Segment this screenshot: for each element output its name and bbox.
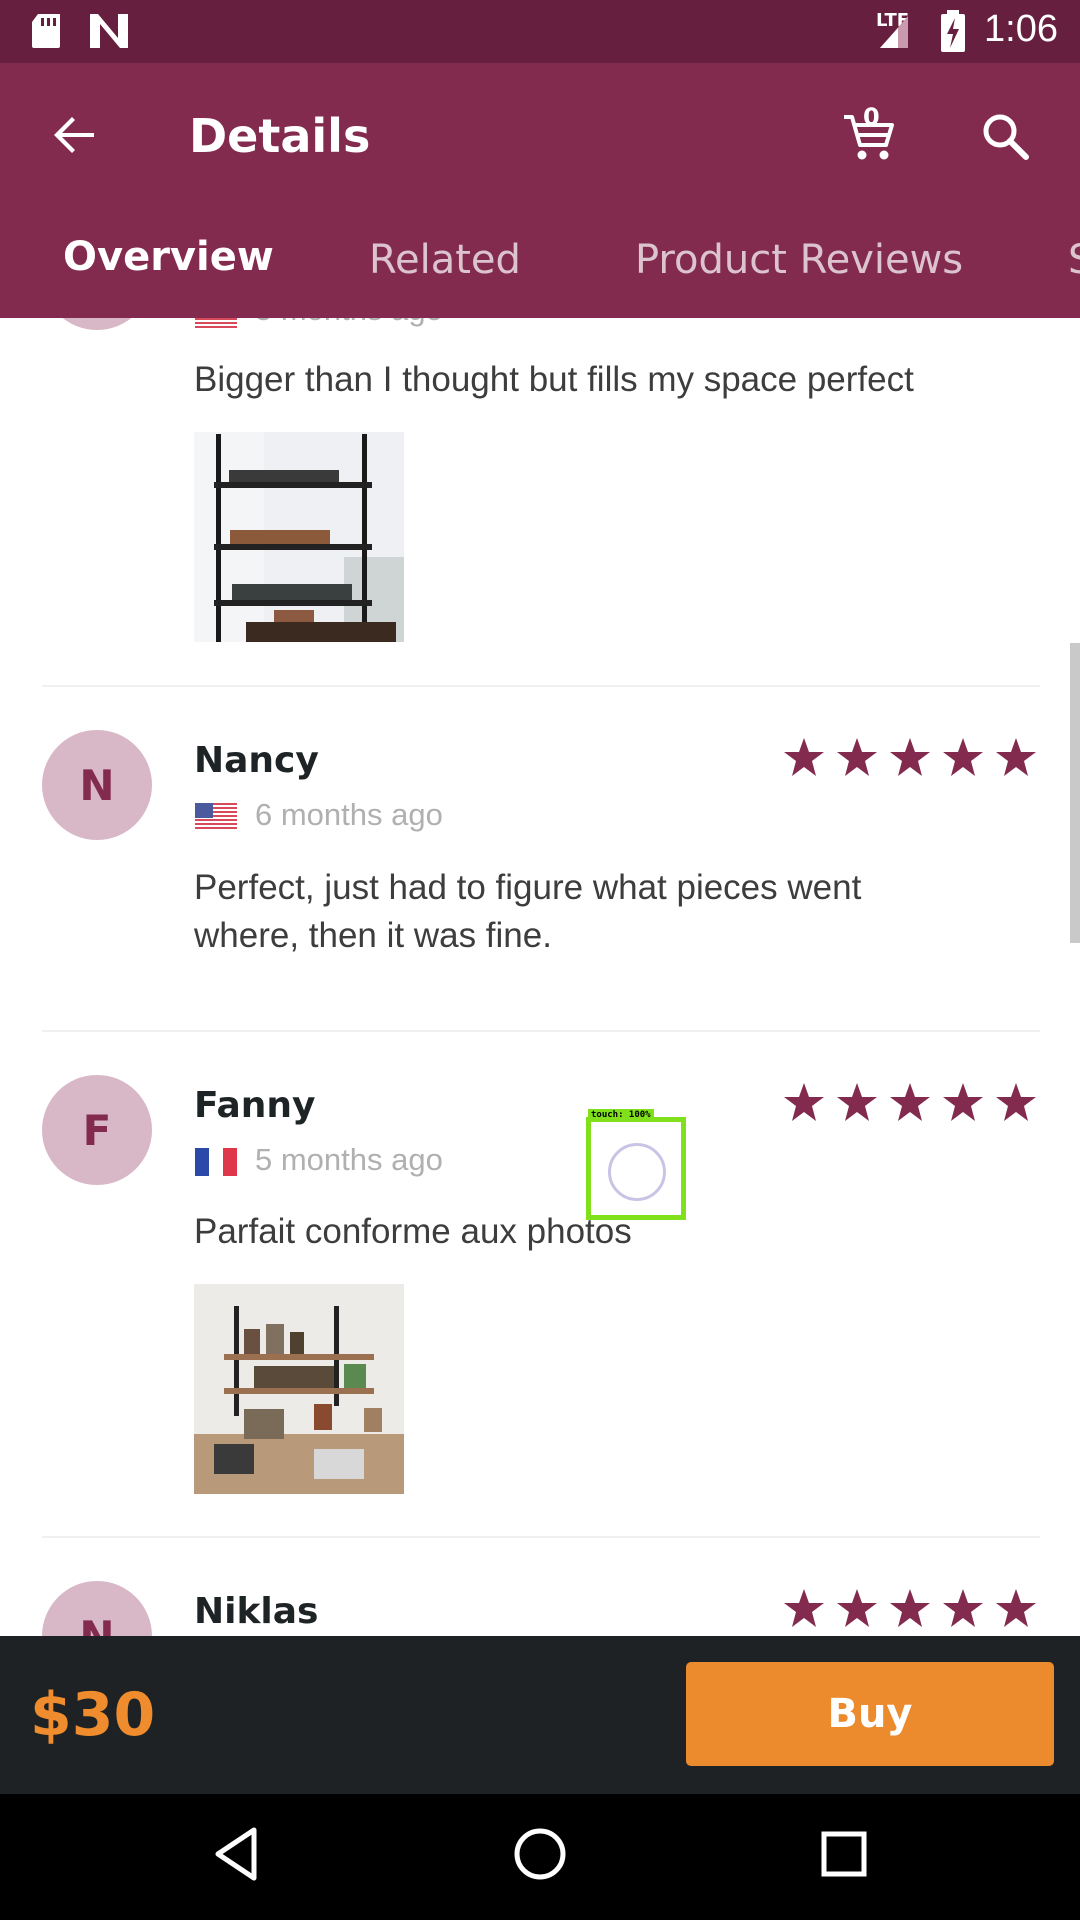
- tab-partial[interactable]: S: [1068, 237, 1080, 283]
- price: $30: [30, 1680, 156, 1750]
- tab-product-reviews[interactable]: Product Reviews: [635, 237, 963, 283]
- star-icon: [837, 1589, 877, 1627]
- review-text: Bigger than I thought but fills my space…: [194, 360, 914, 399]
- search-icon[interactable]: [980, 111, 1030, 161]
- star-icon: [943, 738, 983, 776]
- star-icon: [996, 738, 1036, 776]
- review-time: 5 months ago: [255, 1142, 443, 1177]
- back-icon[interactable]: [212, 1824, 260, 1884]
- avatar: F: [42, 1075, 152, 1185]
- avatar: N: [42, 730, 152, 840]
- scrollbar-thumb[interactable]: [1070, 643, 1080, 943]
- reviewer-name: Niklas: [194, 1591, 319, 1632]
- divider: [42, 1536, 1040, 1538]
- star-icon: [943, 1589, 983, 1627]
- status-bar: LTE 1:06: [0, 0, 1080, 63]
- rating-stars: [784, 1589, 1036, 1627]
- divider: [42, 685, 1040, 687]
- tab-overview[interactable]: Overview: [63, 234, 274, 280]
- clock: 1:06: [984, 8, 1058, 50]
- sd-card-icon: [32, 14, 60, 48]
- review-photo-shelf[interactable]: [194, 432, 404, 642]
- star-icon: [890, 1589, 930, 1627]
- star-icon: [784, 738, 824, 776]
- star-icon: [890, 738, 930, 776]
- star-icon: [784, 1083, 824, 1121]
- divider: [42, 1030, 1040, 1032]
- lte-signal-icon: [880, 16, 908, 48]
- tab-related[interactable]: Related: [369, 237, 521, 283]
- app-bar: Details 0 Overview Related Product Revie…: [0, 63, 1080, 318]
- battery-charging-icon: [941, 10, 965, 52]
- fr-flag-icon: [195, 1148, 237, 1176]
- star-icon: [837, 738, 877, 776]
- avatar: [42, 318, 152, 330]
- reviews-list[interactable]: 5 months ago Bigger than I thought but f…: [0, 318, 1080, 1636]
- star-icon: [996, 1083, 1036, 1121]
- avatar: N: [42, 1581, 152, 1636]
- review-photo-shelf[interactable]: [194, 1284, 404, 1494]
- review-time: 5 months ago: [255, 318, 443, 328]
- star-icon: [837, 1083, 877, 1121]
- rating-stars: [784, 738, 1036, 776]
- page-title: Details: [189, 109, 371, 163]
- n-notification-icon: [90, 14, 128, 48]
- star-icon: [784, 1589, 824, 1627]
- star-icon: [943, 1083, 983, 1121]
- recents-icon[interactable]: [820, 1824, 868, 1884]
- us-flag-icon: [195, 803, 237, 831]
- reviewer-name: Nancy: [194, 740, 319, 781]
- review-text: Perfect, just had to figure what pieces …: [194, 868, 862, 955]
- back-arrow-icon[interactable]: [50, 111, 98, 159]
- star-icon: [890, 1083, 930, 1121]
- home-icon[interactable]: [512, 1824, 568, 1884]
- us-flag-icon: [195, 318, 237, 330]
- buy-button[interactable]: Buy: [686, 1662, 1054, 1766]
- purchase-bar: $30 Buy: [0, 1636, 1080, 1794]
- review-time: 6 months ago: [255, 797, 443, 832]
- system-nav-bar: [0, 1794, 1080, 1920]
- star-icon: [996, 1589, 1036, 1627]
- rating-stars: [784, 1083, 1036, 1121]
- touch-indicator-circle: [608, 1143, 666, 1201]
- cart-count-badge: 0: [863, 103, 880, 131]
- reviewer-name: Fanny: [194, 1085, 316, 1126]
